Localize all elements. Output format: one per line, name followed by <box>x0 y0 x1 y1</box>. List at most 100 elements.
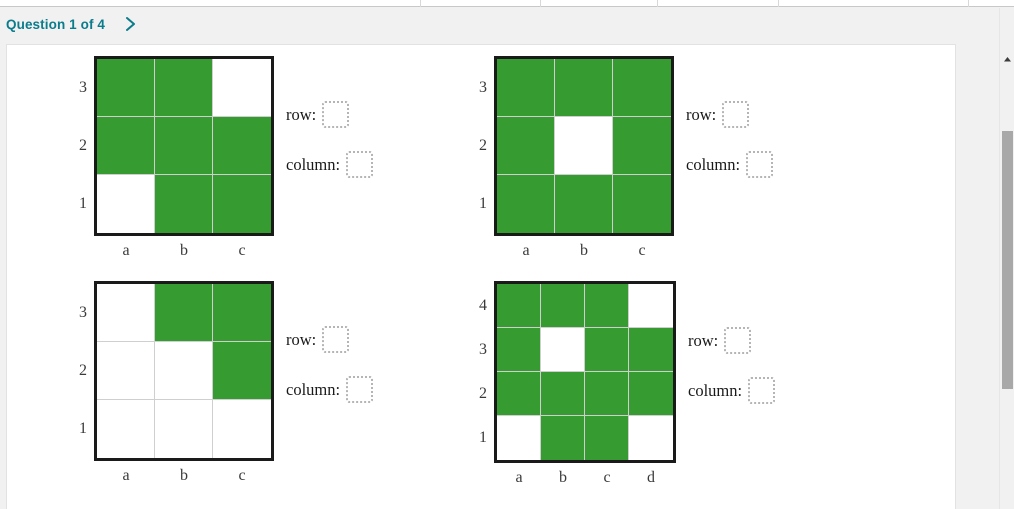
puzzle-item-2: 3 2 1 a b c row: column: <box>461 56 835 270</box>
row-answer-input-3[interactable] <box>322 326 350 353</box>
answer-fields-1: row: column: <box>286 56 446 236</box>
grid-cell-c1 <box>613 175 671 233</box>
column-label-c: c <box>638 242 646 259</box>
answer-fields-3: row: column: <box>286 281 446 461</box>
column-answer-input-4[interactable] <box>748 377 776 404</box>
grid-cell-a4 <box>497 284 541 328</box>
answer-fields-2: row: column: <box>686 56 846 236</box>
row-answer-input-2[interactable] <box>722 101 750 128</box>
grid-cell-d2 <box>629 372 673 416</box>
browser-tab-strip <box>0 0 1014 7</box>
grid-cell-b2 <box>541 372 585 416</box>
grid-cell-c2 <box>585 372 629 416</box>
row-label-1: 1 <box>79 195 87 212</box>
grid-cell-b3 <box>541 328 585 372</box>
grid-cell-a3 <box>97 59 155 117</box>
row-label-3: 3 <box>479 79 487 96</box>
question-header-bar: Question 1 of 4 <box>0 8 1014 44</box>
grid-cell-b2 <box>155 117 213 175</box>
scrollbar-thumb[interactable] <box>1002 131 1013 389</box>
row-answer-label: row: <box>286 104 317 124</box>
column-axis-labels-1: a b c <box>94 243 274 263</box>
column-answer-input-2[interactable] <box>746 151 774 178</box>
column-answer-group-2: column: <box>686 151 846 178</box>
grid-cell-a1 <box>97 175 155 233</box>
row-answer-input-4[interactable] <box>724 327 752 354</box>
page-title: Question 1 of 4 <box>6 17 106 32</box>
column-axis-labels-2: a b c <box>494 243 674 263</box>
column-answer-group-4: column: <box>688 377 848 404</box>
column-answer-label: column: <box>688 380 743 400</box>
column-answer-input-1[interactable] <box>346 151 374 178</box>
grid-cell-b2 <box>555 117 613 175</box>
grid-cell-c4 <box>585 284 629 328</box>
browser-tab-separator-1 <box>420 0 421 7</box>
grid-cell-a1 <box>497 416 541 460</box>
grid-cell-c3 <box>585 328 629 372</box>
puzzle-grid-4 <box>494 281 676 463</box>
column-label-a: a <box>522 242 530 259</box>
puzzle-item-4: 4 3 2 1 a b c d row: column: <box>461 281 837 497</box>
grid-cell-d1 <box>629 416 673 460</box>
grid-cell-a2 <box>97 117 155 175</box>
grid-cell-d4 <box>629 284 673 328</box>
vertical-scrollbar[interactable] <box>999 8 1014 509</box>
row-label-2: 2 <box>79 362 87 379</box>
grid-cell-a2 <box>497 117 555 175</box>
grid-cell-b3 <box>555 59 613 117</box>
scroll-up-arrow-icon[interactable] <box>1002 52 1013 63</box>
grid-cell-c2 <box>213 342 271 400</box>
puzzle-item-3: 3 2 1 a b c row: column: <box>61 281 435 495</box>
grid-cell-b3 <box>155 59 213 117</box>
row-label-3: 3 <box>79 79 87 96</box>
row-axis-labels-3: 3 2 1 <box>61 281 87 461</box>
grid-cell-a1 <box>97 400 155 458</box>
row-answer-label: row: <box>686 104 717 124</box>
row-axis-labels-2: 3 2 1 <box>461 56 487 236</box>
row-label-3: 3 <box>79 304 87 321</box>
grid-cell-c2 <box>613 117 671 175</box>
browser-tab-separator-5 <box>968 0 969 7</box>
grid-cell-c2 <box>213 117 271 175</box>
grid-cell-a2 <box>497 372 541 416</box>
row-answer-group-1: row: <box>286 101 446 128</box>
grid-cell-a3 <box>497 328 541 372</box>
column-answer-input-3[interactable] <box>346 376 374 403</box>
column-label-a: a <box>122 467 130 484</box>
grid-cell-b3 <box>155 284 213 342</box>
row-axis-labels-1: 3 2 1 <box>61 56 87 236</box>
row-label-2: 2 <box>479 385 487 402</box>
column-label-c: c <box>238 467 246 484</box>
grid-cell-c1 <box>585 416 629 460</box>
chevron-right-icon[interactable] <box>122 13 140 35</box>
puzzle-item-1: 3 2 1 a b c row: column: <box>61 56 435 270</box>
puzzle-grid-1 <box>94 56 274 236</box>
column-answer-group-1: column: <box>286 151 446 178</box>
browser-tab-separator-3 <box>657 0 658 7</box>
puzzle-grid-3 <box>94 281 274 461</box>
grid-cell-a3 <box>497 59 555 117</box>
grid-cell-a1 <box>497 175 555 233</box>
grid-cell-a2 <box>97 342 155 400</box>
row-label-1: 1 <box>479 195 487 212</box>
column-label-a: a <box>515 469 523 486</box>
column-label-b: b <box>180 242 188 259</box>
row-answer-label: row: <box>688 330 719 350</box>
column-answer-group-3: column: <box>286 376 446 403</box>
grid-cell-b1 <box>541 416 585 460</box>
column-answer-label: column: <box>686 154 741 174</box>
column-label-c: c <box>603 469 611 486</box>
row-label-3: 3 <box>479 341 487 358</box>
grid-cell-d3 <box>629 328 673 372</box>
row-answer-input-1[interactable] <box>322 101 350 128</box>
column-label-b: b <box>559 469 567 486</box>
row-answer-group-3: row: <box>286 326 446 353</box>
grid-cell-a3 <box>97 284 155 342</box>
column-label-c: c <box>238 242 246 259</box>
row-axis-labels-4: 4 3 2 1 <box>461 281 487 463</box>
grid-cell-b2 <box>155 342 213 400</box>
column-label-b: b <box>180 467 188 484</box>
row-answer-group-2: row: <box>686 101 846 128</box>
row-label-2: 2 <box>79 137 87 154</box>
grid-cell-c3 <box>213 59 271 117</box>
